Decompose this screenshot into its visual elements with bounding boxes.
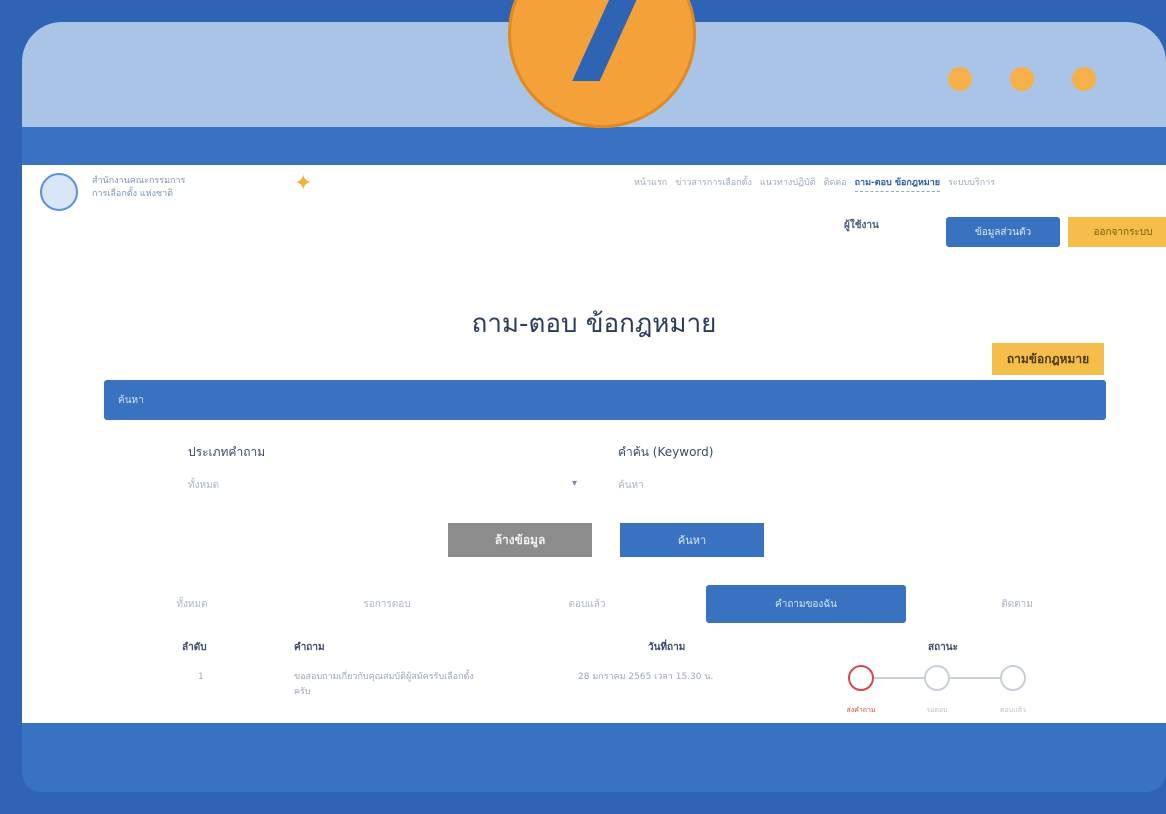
tab-my-questions[interactable]: คำถามของฉัน	[706, 585, 906, 623]
category-select[interactable]: ทั้งหมด	[188, 478, 219, 493]
web-page: สำนักงานคณะกรรมการ การเลือกตั้ง แห่งชาติ…	[22, 165, 1166, 723]
chevron-down-icon[interactable]: ▾	[572, 478, 577, 489]
row-index: 1	[198, 672, 204, 682]
organization-logo[interactable]	[40, 173, 78, 211]
search-button[interactable]: ค้นหา	[620, 523, 764, 557]
search-section-header: ค้นหา	[104, 380, 1106, 420]
row-question[interactable]: ขอสอบถามเกี่ยวกับคุณสมบัติผู้สมัครรับเลื…	[294, 670, 554, 700]
status-step-2	[924, 665, 950, 691]
row-date: 28 มกราคม 2565 เวลา 15.30 น.	[578, 672, 714, 682]
status-step-1	[848, 665, 874, 691]
nav-item-services[interactable]: ระบบบริการ	[948, 175, 995, 192]
nav-item-news[interactable]: ข่าวสารการเลือกตั้ง	[675, 175, 752, 192]
top-navigation: หน้าแรก ข่าวสารการเลือกตั้ง แนวทางปฏิบัต…	[634, 175, 995, 192]
reset-button[interactable]: ล้างข้อมูล	[448, 523, 592, 557]
status-step-1-label: ส่งคำถาม	[846, 706, 876, 714]
window-dot-3[interactable]	[1072, 67, 1096, 91]
question-tabs: ทั้งหมด รอการตอบ ตอบแล้ว คำถามของฉัน ติด…	[122, 585, 1122, 623]
page-title: ถาม-ตอบ ข้อกฎหมาย	[471, 309, 717, 339]
tab-answered[interactable]: ตอบแล้ว	[512, 585, 662, 623]
sparkle-icon: ✦	[294, 171, 313, 196]
tab-pending[interactable]: รอการตอบ	[312, 585, 462, 623]
column-header-status: สถานะ	[928, 642, 958, 653]
window-dot-1[interactable]	[948, 67, 972, 91]
nav-item-legal-qa[interactable]: ถาม-ตอบ ข้อกฎหมาย	[854, 175, 941, 192]
tab-all[interactable]: ทั้งหมด	[122, 585, 262, 623]
window-footer-strip	[22, 723, 1166, 792]
status-connector-2	[950, 677, 1000, 679]
row-question-line-1: ขอสอบถามเกี่ยวกับคุณสมบัติผู้สมัครรับเลื…	[294, 672, 474, 682]
profile-button[interactable]: ข้อมูลส่วนตัว	[946, 217, 1060, 247]
status-progress: ส่งคำถาม รอตอบ ตอบแล้ว	[846, 665, 1026, 714]
status-step-2-label: รอตอบ	[926, 706, 948, 714]
column-header-index: ลำดับ	[182, 642, 207, 653]
category-label: ประเภทคำถาม	[188, 445, 266, 459]
keyword-input[interactable]: ค้นหา	[618, 478, 644, 493]
window-dot-2[interactable]	[1010, 67, 1034, 91]
window-header-strip	[22, 127, 1166, 165]
status-step-3-label: ตอบแล้ว	[1000, 706, 1026, 714]
tab-following[interactable]: ติดตาม	[942, 585, 1092, 623]
row-question-line-2: ครับ	[294, 687, 311, 697]
status-connector-1	[874, 677, 924, 679]
organization-name: สำนักงานคณะกรรมการ การเลือกตั้ง แห่งชาติ	[92, 175, 185, 201]
window-controls	[948, 67, 1096, 91]
user-label: ผู้ใช้งาน	[844, 220, 879, 231]
org-line-1: สำนักงานคณะกรรมการ	[92, 176, 186, 186]
org-line-2: การเลือกตั้ง แห่งชาติ	[92, 189, 174, 199]
nav-item-contact[interactable]: ติดต่อ	[824, 175, 847, 192]
browser-frame: สำนักงานคณะกรรมการ การเลือกตั้ง แห่งชาติ…	[22, 22, 1166, 792]
column-header-question: คำถาม	[294, 642, 325, 653]
nav-item-home[interactable]: หน้าแรก	[634, 175, 667, 192]
logout-button[interactable]: ออกจากระบบ	[1068, 217, 1166, 247]
nav-item-guidelines[interactable]: แนวทางปฏิบัติ	[760, 175, 816, 192]
keyword-label: คำค้น (Keyword)	[618, 445, 714, 459]
step-number: 7	[549, 0, 655, 117]
ask-question-button[interactable]: ถามข้อกฎหมาย	[992, 343, 1104, 375]
column-header-date: วันที่ถาม	[648, 642, 686, 653]
status-step-3	[1000, 665, 1026, 691]
